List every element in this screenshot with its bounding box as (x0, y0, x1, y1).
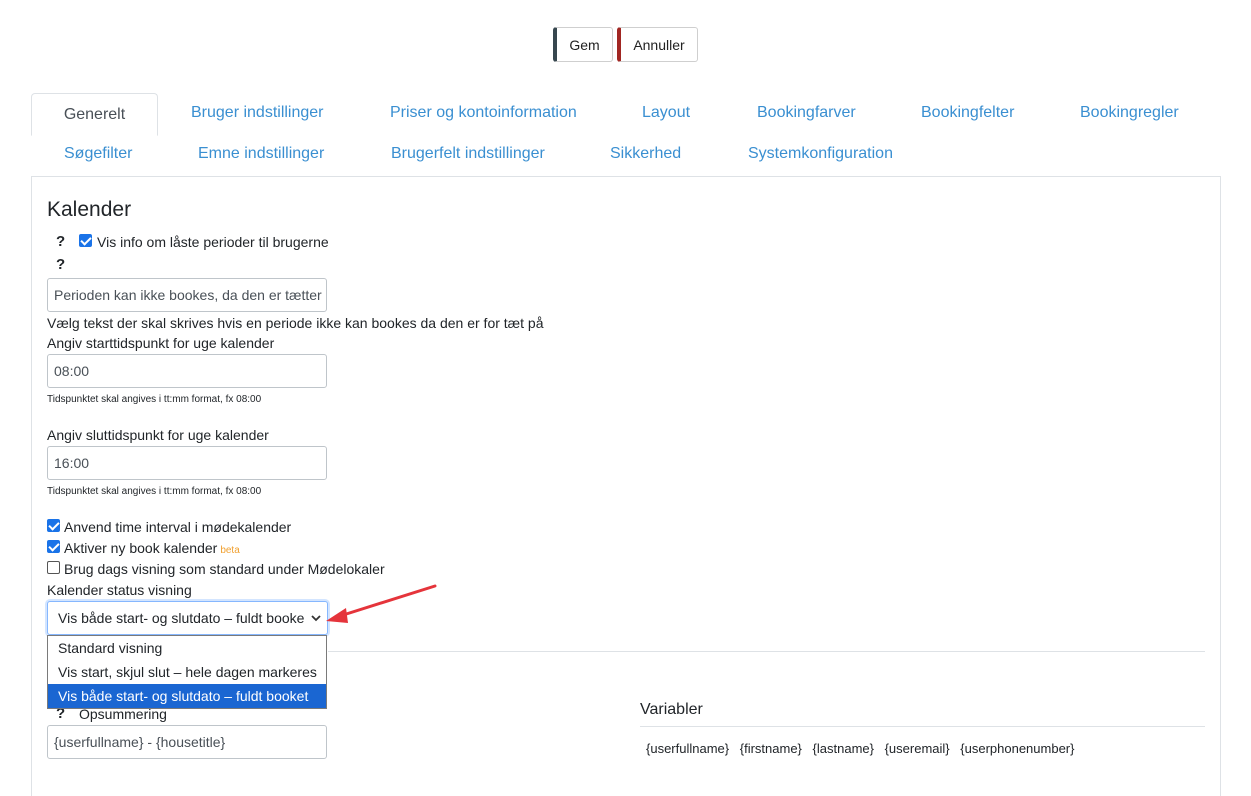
variables-list: {userfullname} {firstname} {lastname} {u… (646, 741, 1081, 756)
tab-bookingfelter[interactable]: Bookingfelter (921, 104, 1014, 122)
tab-bookingregler[interactable]: Bookingregler (1080, 104, 1179, 122)
section-title: Kalender (47, 198, 132, 221)
new-calendar-label-text: Aktiver ny book kalender (64, 540, 218, 556)
variable-item: {useremail} (884, 741, 950, 756)
status-view-select[interactable]: Vis både start- og slutdato – fuldt book… (47, 601, 328, 635)
option-vis-start-skjul-slut[interactable]: Vis start, skjul slut – hele dagen marke… (48, 660, 326, 684)
tab-systemkonfiguration[interactable]: Systemkonfiguration (748, 145, 893, 163)
tab-bookingfarver[interactable]: Bookingfarver (757, 104, 856, 122)
tab-bruger-indstillinger[interactable]: Bruger indstillinger (191, 104, 324, 122)
show-locked-info-label: Vis info om låste perioder til brugerne (97, 234, 329, 250)
end-time-input[interactable]: 16:00 (47, 446, 327, 480)
help-icon[interactable]: ? (56, 256, 65, 273)
show-locked-info-checkbox[interactable] (79, 234, 92, 247)
use-time-interval-label: Anvend time interval i mødekalender (64, 519, 292, 535)
status-view-label: Kalender status visning (47, 582, 192, 598)
start-time-hint: Tidspunktet skal angives i tt:mm format,… (47, 394, 262, 405)
tab-sikkerhed[interactable]: Sikkerhed (610, 145, 681, 163)
end-time-label: Angiv sluttidspunkt for uge kalender (47, 427, 269, 443)
annotation-arrow-icon (326, 584, 437, 623)
locked-text-help: Vælg tekst der skal skrives hvis en peri… (47, 315, 544, 331)
variable-item: {firstname} (739, 741, 802, 756)
tab-emne-indstillinger[interactable]: Emne indstillinger (198, 145, 324, 163)
variables-divider (640, 726, 1205, 727)
beta-badge: beta (220, 545, 240, 556)
locked-text-input[interactable]: Perioden kan ikke bookes, da den er tætt… (47, 278, 327, 312)
variable-item: {userfullname} (646, 741, 730, 756)
new-calendar-checkbox[interactable] (47, 540, 60, 553)
variable-item: {lastname} (812, 741, 874, 756)
tab-priser-og-kontoinformation[interactable]: Priser og kontoinformation (390, 104, 577, 122)
tab-generelt[interactable]: Generelt (31, 93, 158, 136)
cancel-button[interactable]: Annuller (617, 27, 698, 62)
help-icon[interactable]: ? (56, 233, 65, 250)
variables-title: Variabler (640, 701, 703, 718)
status-view-dropdown: Standard visning Vis start, skjul slut –… (47, 635, 327, 709)
option-vis-begge[interactable]: Vis både start- og slutdato – fuldt book… (48, 684, 326, 708)
save-button[interactable]: Gem (553, 27, 613, 62)
start-time-input[interactable]: 08:00 (47, 354, 327, 388)
use-time-interval-checkbox[interactable] (47, 519, 60, 532)
tab-soegefilter[interactable]: Søgefilter (64, 145, 132, 163)
option-standard-visning[interactable]: Standard visning (48, 636, 326, 660)
status-view-selected: Vis både start- og slutdato – fuldt book… (58, 610, 305, 626)
new-calendar-label: Aktiver ny book kalender beta (64, 540, 240, 556)
start-time-label: Angiv starttidspunkt for uge kalender (47, 335, 275, 351)
variable-item: {userphonenumber} (960, 741, 1075, 756)
end-time-hint: Tidspunktet skal angives i tt:mm format,… (47, 486, 262, 497)
tab-brugerfelt-indstillinger[interactable]: Brugerfelt indstillinger (391, 145, 545, 163)
day-view-checkbox[interactable] (47, 561, 60, 574)
summary-input[interactable]: {userfullname} - {housetitle} (47, 725, 327, 759)
tab-layout[interactable]: Layout (642, 104, 690, 122)
divider (328, 651, 1205, 652)
day-view-label: Brug dags visning som standard under Mød… (64, 561, 385, 577)
